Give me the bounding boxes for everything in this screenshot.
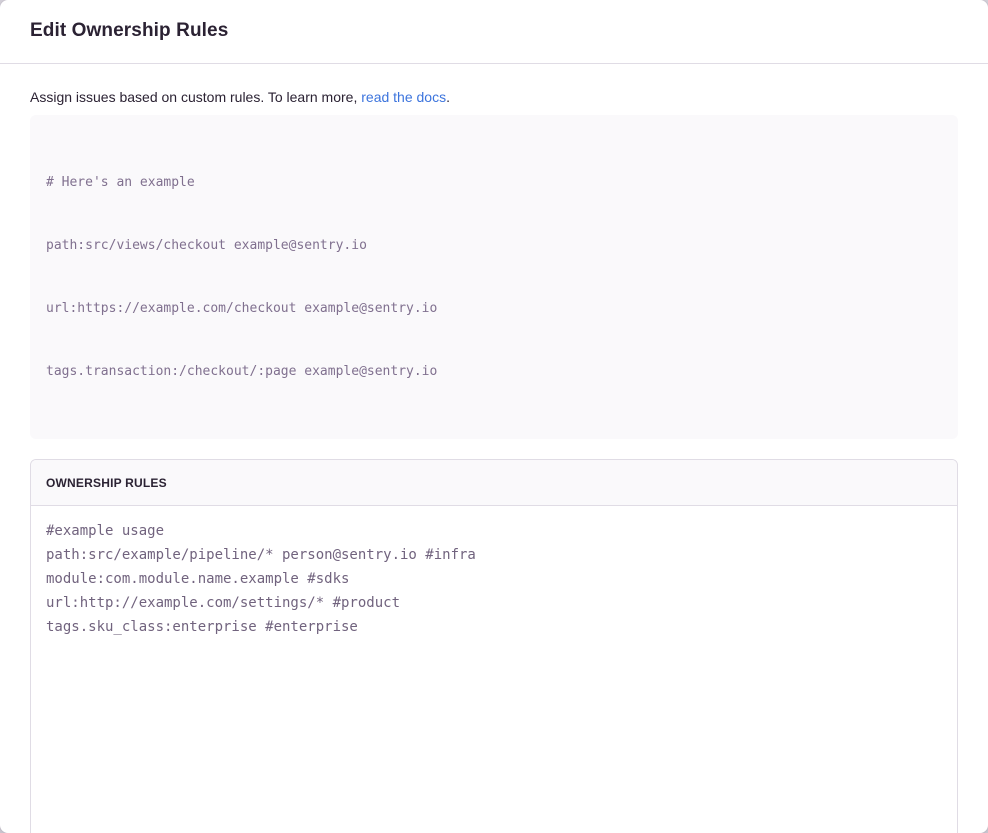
- description-before-link: Assign issues based on custom rules. To …: [30, 89, 361, 105]
- modal-header: Edit Ownership Rules: [0, 0, 988, 64]
- ownership-rules-panel: OWNERSHIP RULES #example usage path:src/…: [30, 459, 958, 833]
- edit-ownership-rules-modal: Edit Ownership Rules Assign issues based…: [0, 0, 988, 833]
- description-after-link: .: [446, 89, 450, 105]
- ownership-rules-panel-header: OWNERSHIP RULES: [31, 460, 957, 506]
- example-code-line: # Here's an example: [46, 172, 942, 193]
- example-code-block: # Here's an example path:src/views/check…: [30, 115, 958, 439]
- example-code-line: url:https://example.com/checkout example…: [46, 298, 942, 319]
- ownership-rules-textarea[interactable]: #example usage path:src/example/pipeline…: [31, 506, 957, 833]
- description-text: Assign issues based on custom rules. To …: [30, 88, 958, 107]
- panel-header-label: OWNERSHIP RULES: [46, 476, 167, 490]
- example-code-line: tags.transaction:/checkout/:page example…: [46, 361, 942, 382]
- example-code-line: path:src/views/checkout example@sentry.i…: [46, 235, 942, 256]
- read-the-docs-link[interactable]: read the docs: [361, 89, 446, 105]
- modal-body: Assign issues based on custom rules. To …: [0, 64, 988, 833]
- modal-title: Edit Ownership Rules: [30, 20, 958, 42]
